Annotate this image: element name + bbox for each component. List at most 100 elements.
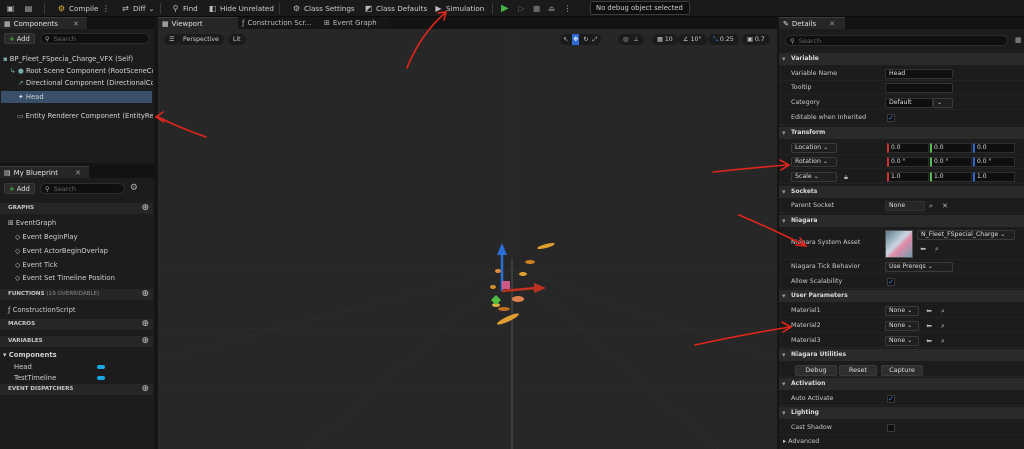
component-item-entity-renderer[interactable]: ▭ Entity Renderer Component (EntityRende… bbox=[17, 110, 153, 122]
sockets-section[interactable]: Sockets bbox=[779, 186, 1024, 198]
details-search-input[interactable]: ⚲ Search bbox=[785, 35, 1008, 46]
event-item[interactable]: ◇ Event ActorBeginOverlap bbox=[15, 245, 108, 257]
auto-activate-checkbox[interactable]: ✓ bbox=[887, 395, 895, 403]
surface-snap-icon[interactable]: ⊥ bbox=[633, 34, 638, 45]
editable-checkbox[interactable]: ✓ bbox=[887, 114, 895, 122]
viewport[interactable]: ☰ Perspective Lit ↖ ✥ ↻ ⤢ ◎ ⊥ ▦ 10 ∠ 10°… bbox=[158, 29, 777, 449]
variable-item[interactable]: TestTimeline bbox=[14, 372, 154, 384]
scale-z-input[interactable]: 1.0 bbox=[973, 172, 1015, 182]
add-variable-icon[interactable]: ⊕ bbox=[141, 336, 149, 347]
tooltip-input[interactable] bbox=[885, 83, 953, 93]
category-dropdown[interactable]: ⌄ bbox=[933, 98, 953, 108]
asset-thumbnail[interactable] bbox=[885, 230, 913, 258]
category-input[interactable]: Default bbox=[885, 98, 933, 108]
rotation-dropdown[interactable]: Rotation ⌄ bbox=[791, 157, 837, 167]
lock-icon[interactable]: 🔒︎ bbox=[842, 173, 850, 181]
browse-icon[interactable]: ⌕ bbox=[933, 245, 941, 253]
scale-snap-button[interactable]: ⤡ 0.25 bbox=[708, 34, 739, 45]
find-button[interactable]: ⚲ Find bbox=[171, 0, 198, 17]
capture-button[interactable]: Capture bbox=[881, 365, 923, 376]
location-x-input[interactable]: 0.0 bbox=[887, 143, 929, 153]
location-z-input[interactable]: 0.0 bbox=[973, 143, 1015, 153]
rotation-snap-button[interactable]: ∠ 10° bbox=[678, 34, 707, 45]
my-blueprint-search-input[interactable]: ⚲ Search bbox=[39, 183, 125, 194]
tick-behavior-dropdown[interactable]: Use Prereqs ⌄ bbox=[885, 262, 953, 272]
allow-scalability-checkbox[interactable]: ✓ bbox=[887, 278, 895, 286]
event-dispatchers-header[interactable]: EVENT DISPATCHERS ⊕ bbox=[0, 384, 153, 395]
diff-button[interactable]: ⇄ Diff ⌄ bbox=[121, 0, 154, 17]
advanced-row[interactable]: ▸ Advanced bbox=[779, 435, 1024, 449]
use-selected-icon[interactable]: ⬅ bbox=[919, 245, 927, 253]
tab-event-graph[interactable]: ⊞ Event Graph bbox=[320, 17, 390, 29]
construction-script-item[interactable]: ƒ ConstructionScript bbox=[8, 304, 76, 316]
use-selected-icon[interactable]: ⬅ bbox=[925, 322, 933, 330]
add-dispatcher-icon[interactable]: ⊕ bbox=[141, 384, 149, 395]
transform-section[interactable]: Transform bbox=[779, 127, 1024, 139]
location-dropdown[interactable]: Location ⌄ bbox=[791, 143, 837, 153]
eject-button[interactable]: ⏏ bbox=[547, 0, 556, 17]
tab-viewport[interactable]: ▦ Viewport bbox=[158, 17, 238, 29]
niagara-section[interactable]: Niagara bbox=[779, 215, 1024, 227]
niagara-utilities-section[interactable]: Niagara Utilities bbox=[779, 349, 1024, 361]
components-search-input[interactable]: ⚲ Search bbox=[39, 33, 150, 44]
tab-construction-script[interactable]: ƒ Construction Scr... bbox=[238, 17, 320, 29]
rotation-y-input[interactable]: 0.0 ° bbox=[930, 157, 972, 167]
step-button[interactable]: ▷ bbox=[517, 0, 526, 17]
view-options-icon[interactable]: ▦ bbox=[1015, 36, 1022, 44]
event-item[interactable]: ◇ Event Tick bbox=[15, 259, 58, 271]
variables-header[interactable]: VARIABLES ⊕ bbox=[0, 336, 153, 347]
component-item-head[interactable]: ✦ Head bbox=[1, 91, 152, 103]
scale-dropdown[interactable]: Scale ⌄ bbox=[791, 172, 837, 182]
component-item-root[interactable]: ↳ ● Root Scene Component (RootSceneCompo… bbox=[10, 65, 153, 77]
close-icon[interactable]: ✕ bbox=[75, 167, 81, 179]
user-parameters-section[interactable]: User Parameters bbox=[779, 290, 1024, 302]
stop-button[interactable]: ■ bbox=[532, 0, 541, 17]
gear-icon[interactable]: ⚙ bbox=[130, 183, 138, 194]
rotation-x-input[interactable]: 0.0 ° bbox=[887, 157, 929, 167]
event-item[interactable]: ◇ Event Set Timeline Position bbox=[15, 272, 115, 284]
compile-button[interactable]: ⚙ Compile ⋮ bbox=[57, 0, 110, 17]
select-icon[interactable]: ↖ bbox=[563, 34, 568, 45]
lit-button[interactable]: Lit bbox=[228, 34, 246, 45]
use-selected-icon[interactable]: ⬅ bbox=[925, 337, 933, 345]
add-component-button[interactable]: + Add bbox=[4, 33, 35, 44]
camera-speed-button[interactable]: ▣ 0.7 bbox=[742, 34, 770, 45]
move-icon[interactable]: ✥ bbox=[572, 34, 580, 45]
material2-dropdown[interactable]: None ⌄ bbox=[885, 321, 919, 331]
use-selected-icon[interactable]: ⬅ bbox=[925, 307, 933, 315]
graphs-header[interactable]: GRAPHS ⊕ bbox=[0, 203, 153, 214]
add-graph-icon[interactable]: ⊕ bbox=[141, 203, 149, 214]
variable-section[interactable]: Variable bbox=[779, 53, 1024, 65]
rotate-icon[interactable]: ↻ bbox=[583, 34, 588, 45]
hide-unrelated-button[interactable]: ◧ Hide Unrelated bbox=[208, 0, 274, 17]
eventgraph-item[interactable]: ⊞ EventGraph bbox=[8, 217, 56, 229]
browse-icon[interactable]: ⌕ bbox=[939, 337, 947, 345]
location-y-input[interactable]: 0.0 bbox=[930, 143, 972, 153]
scale-icon[interactable]: ⤢ bbox=[593, 34, 598, 45]
browse-icon[interactable]: ⌕ bbox=[927, 202, 935, 210]
browse-icon[interactable]: ⌕ bbox=[939, 307, 947, 315]
variable-group[interactable]: ▾ Components bbox=[3, 349, 57, 361]
debug-object-select[interactable]: No debug object selected ⌄ bbox=[590, 1, 690, 24]
scale-y-input[interactable]: 1.0 bbox=[930, 172, 972, 182]
browse-icon[interactable]: ⌕ bbox=[939, 322, 947, 330]
macros-header[interactable]: MACROS ⊕ bbox=[0, 319, 153, 330]
debug-button[interactable]: Debug bbox=[795, 365, 837, 376]
save-button[interactable]: ▣ bbox=[6, 0, 15, 17]
variable-name-input[interactable]: Head bbox=[885, 69, 953, 79]
tab-details[interactable]: ✎ Details ✕ bbox=[779, 17, 845, 29]
add-member-button[interactable]: + Add bbox=[4, 183, 35, 194]
browse-button[interactable]: ▤ bbox=[24, 0, 33, 17]
reset-button[interactable]: Reset bbox=[839, 365, 877, 376]
rotation-z-input[interactable]: 0.0 ° bbox=[973, 157, 1015, 167]
class-defaults-button[interactable]: ◩ Class Defaults bbox=[364, 0, 427, 17]
tab-components[interactable]: ▦ Components ✕ bbox=[0, 17, 87, 29]
close-icon[interactable]: ✕ bbox=[73, 18, 79, 30]
clear-icon[interactable]: ✕ bbox=[941, 202, 949, 210]
lighting-section[interactable]: Lighting bbox=[779, 407, 1024, 419]
cast-shadow-checkbox[interactable] bbox=[887, 424, 895, 432]
material3-dropdown[interactable]: None ⌄ bbox=[885, 336, 919, 346]
class-settings-button[interactable]: ⚙ Class Settings bbox=[292, 0, 355, 17]
scale-x-input[interactable]: 1.0 bbox=[887, 172, 929, 182]
add-macro-icon[interactable]: ⊕ bbox=[141, 319, 149, 330]
